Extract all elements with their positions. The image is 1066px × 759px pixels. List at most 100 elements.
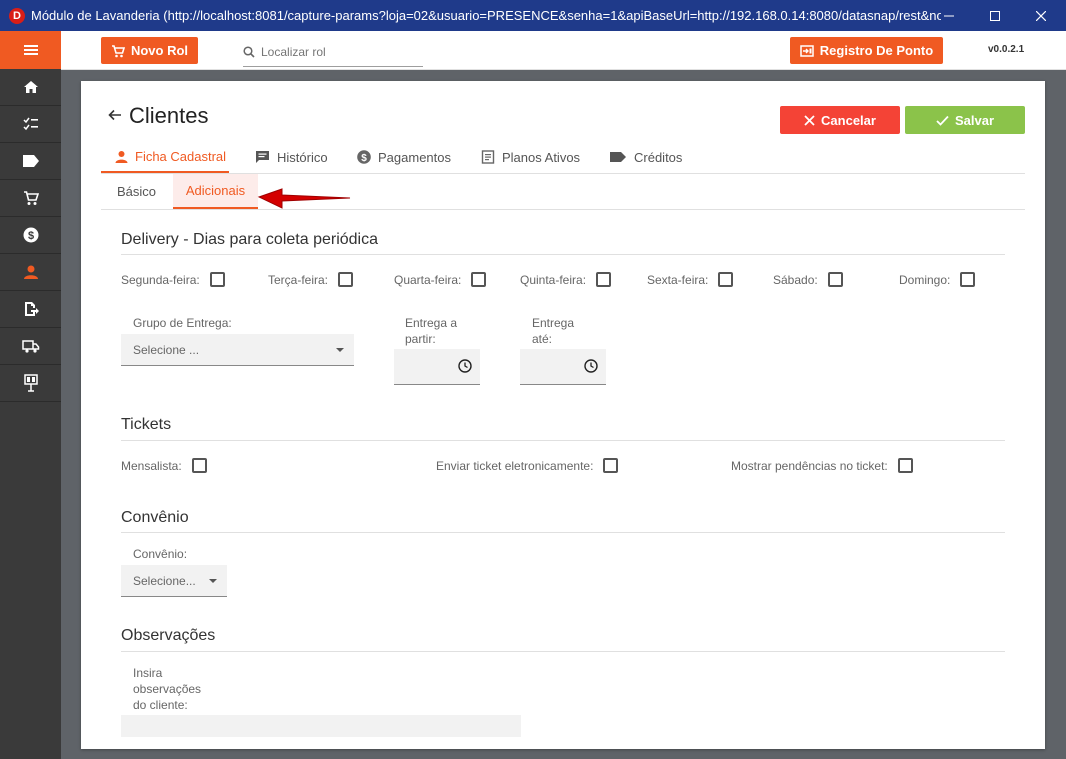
thursday-checkbox[interactable] — [596, 272, 612, 287]
window-title-bar: D Módulo de Lavanderia (http://localhost… — [0, 0, 1066, 31]
sidebar-item-labels[interactable] — [0, 143, 61, 180]
notes-section-title: Observações — [121, 627, 216, 644]
sidebar-item-cart[interactable] — [0, 180, 61, 217]
monday-checkbox-group: Segunda-feira: — [121, 272, 225, 287]
home-icon — [23, 81, 38, 93]
menu-toggle-button[interactable] — [0, 31, 61, 69]
tab-label: Histórico — [277, 149, 328, 165]
client-form-card: Clientes Cancelar Salvar Ficha Cadastral… — [81, 81, 1045, 749]
tab-label: Pagamentos — [378, 149, 451, 165]
tab-label: Planos Ativos — [502, 149, 581, 165]
back-arrow-icon[interactable] — [108, 108, 122, 122]
delivery-until-label: Entrega até: — [532, 316, 575, 346]
delivery-until-time[interactable] — [520, 349, 606, 385]
tuesday-checkbox[interactable] — [338, 272, 354, 287]
tuesday-checkbox-group: Terça-feira: — [268, 272, 354, 287]
delivery-section-title: Delivery - Dias para coleta periódica — [121, 231, 378, 248]
delivery-truck-icon — [21, 340, 39, 353]
section-divider — [121, 651, 1005, 652]
check-icon — [936, 115, 949, 126]
tab-historico[interactable]: Histórico — [255, 141, 328, 173]
punch-clock-button[interactable]: Registro De Ponto — [790, 37, 943, 64]
monthly-checkbox[interactable] — [191, 458, 207, 473]
tab-pagamentos[interactable]: $ Pagamentos — [357, 141, 451, 173]
search-field[interactable] — [243, 37, 423, 67]
dollar-icon: $ — [23, 227, 38, 243]
sidebar-item-laundry[interactable] — [0, 365, 61, 402]
sidebar-item-payments[interactable]: $ — [0, 217, 61, 254]
app-version: v0.0.2.1 — [988, 44, 1025, 55]
agreement-section-title: Convênio — [121, 509, 189, 526]
agreement-select[interactable]: Selecione... — [121, 565, 227, 597]
delivery-group-select[interactable]: Selecione ... — [121, 334, 354, 366]
hamburger-icon — [23, 45, 38, 55]
sidebar: $ — [0, 31, 61, 759]
search-input[interactable] — [261, 44, 411, 59]
delivery-from-time[interactable] — [394, 349, 480, 385]
label-icon — [610, 152, 626, 162]
maximize-button[interactable] — [972, 0, 1018, 31]
cart-icon — [23, 191, 39, 205]
close-window-button[interactable] — [1018, 0, 1064, 31]
agreement-label: Convênio: — [133, 547, 188, 561]
dollar-icon: $ — [357, 150, 371, 164]
new-rol-button[interactable]: Novo Rol — [101, 37, 198, 64]
window-title: Módulo de Lavanderia (http://localhost:8… — [31, 8, 941, 23]
clock-icon — [584, 359, 598, 373]
page-title: Clientes — [129, 103, 209, 128]
chat-icon — [256, 151, 269, 163]
wednesday-label: Quarta-feira: — [394, 272, 462, 287]
tab-label: Créditos — [634, 149, 683, 165]
tab-ficha-cadastral[interactable]: Ficha Cadastral — [101, 141, 229, 173]
close-icon — [1036, 10, 1046, 21]
monthly-checkbox-group: Mensalista: — [121, 458, 207, 473]
notes-label: Insira observações do cliente: — [133, 666, 202, 712]
sidebar-item-delivery[interactable] — [0, 328, 61, 365]
subtab-adicionais[interactable]: Adicionais — [173, 174, 258, 209]
tab-planos-ativos[interactable]: Planos Ativos — [481, 141, 580, 173]
show-pending-checkbox-group: Mostrar pendências no ticket: — [731, 458, 913, 473]
tab-creditos[interactable]: Créditos — [609, 141, 682, 173]
thursday-label: Quinta-feira: — [520, 272, 587, 287]
subtab-basico[interactable]: Básico — [105, 174, 168, 209]
sunday-checkbox-group: Domingo: — [899, 272, 976, 287]
tuesday-label: Terça-feira: — [268, 272, 329, 287]
friday-checkbox[interactable] — [718, 272, 734, 287]
section-divider — [121, 440, 1005, 441]
person-icon — [23, 265, 38, 279]
sunday-checkbox[interactable] — [960, 272, 976, 287]
delivery-group-label: Grupo de Entrega: — [133, 316, 232, 330]
label-icon — [22, 155, 39, 167]
minimize-button[interactable] — [926, 0, 972, 31]
annotation-arrow — [257, 188, 351, 209]
monday-checkbox[interactable] — [209, 272, 225, 287]
saturday-checkbox-group: Sábado: — [773, 272, 843, 287]
monday-label: Segunda-feira: — [121, 272, 200, 287]
saturday-checkbox[interactable] — [827, 272, 843, 287]
wednesday-checkbox[interactable] — [471, 272, 487, 287]
send-electronic-checkbox[interactable] — [603, 458, 619, 473]
send-electronic-label: Enviar ticket eletronicamente: — [436, 458, 594, 473]
cancel-button[interactable]: Cancelar — [780, 106, 900, 134]
notes-textarea[interactable] — [121, 715, 521, 737]
cart-icon — [111, 44, 125, 57]
sidebar-item-checklist[interactable] — [0, 106, 61, 143]
sidebar-item-home[interactable] — [0, 69, 61, 106]
send-electronic-checkbox-group: Enviar ticket eletronicamente: — [436, 458, 619, 473]
main-tabs: Ficha Cadastral Histórico $ Pagamentos P… — [101, 141, 1025, 174]
new-rol-label: Novo Rol — [130, 43, 189, 58]
chevron-down-icon — [336, 347, 344, 352]
sidebar-item-clients[interactable] — [0, 254, 61, 291]
minimize-icon — [944, 15, 954, 16]
section-divider — [121, 532, 1005, 533]
monthly-label: Mensalista: — [121, 458, 182, 473]
chevron-down-icon — [209, 578, 217, 583]
friday-checkbox-group: Sexta-feira: — [647, 272, 734, 287]
sidebar-item-export[interactable] — [0, 291, 61, 328]
sunday-label: Domingo: — [899, 272, 951, 287]
show-pending-label: Mostrar pendências no ticket: — [731, 458, 888, 473]
show-pending-checkbox[interactable] — [897, 458, 913, 473]
save-button[interactable]: Salvar — [905, 106, 1025, 134]
svg-text:$: $ — [361, 153, 367, 164]
clothes-rack-icon — [23, 374, 38, 392]
